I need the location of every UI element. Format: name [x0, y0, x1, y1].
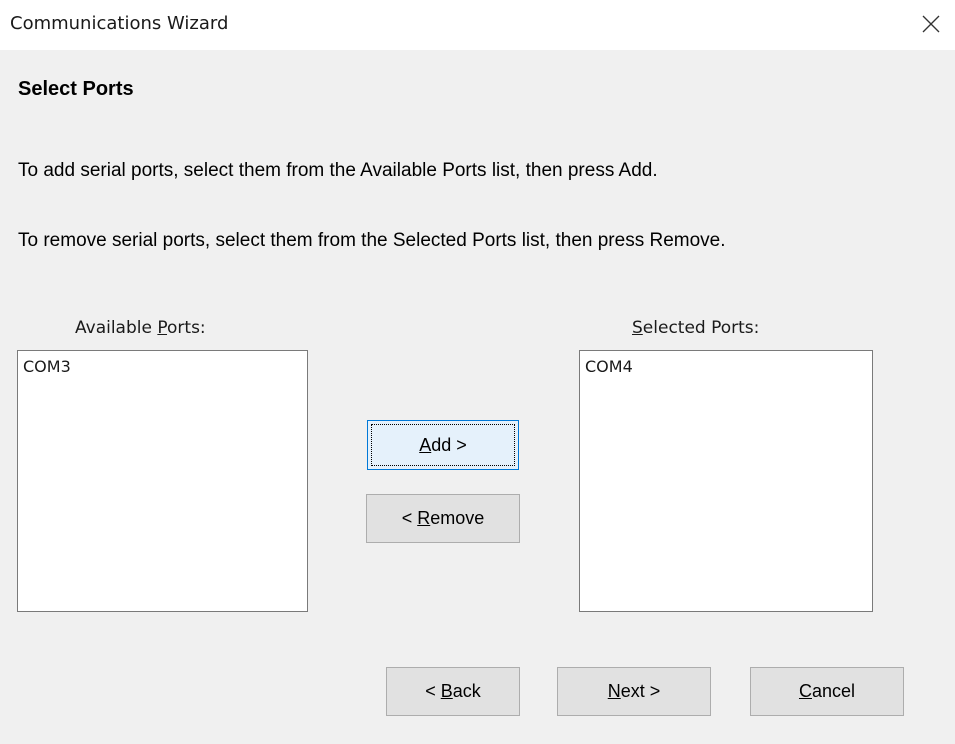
selected-ports-list[interactable]: COM4 [579, 350, 873, 612]
available-ports-list[interactable]: COM3 [17, 350, 308, 612]
window-title: Communications Wizard [10, 13, 229, 34]
list-item[interactable]: COM4 [580, 351, 872, 376]
add-button[interactable]: Add > [367, 420, 519, 470]
list-item[interactable]: COM3 [18, 351, 307, 376]
focus-ring [371, 424, 515, 466]
next-button[interactable]: Next > [557, 667, 711, 716]
page-heading: Select Ports [18, 78, 134, 100]
title-bar: Communications Wizard [0, 0, 955, 50]
remove-button[interactable]: < Remove [366, 494, 520, 543]
close-button[interactable] [907, 0, 955, 48]
close-icon [922, 15, 940, 33]
cancel-button[interactable]: Cancel [750, 667, 904, 716]
instruction-remove: To remove serial ports, select them from… [18, 230, 726, 251]
available-ports-label: Available Ports: [75, 318, 206, 338]
back-button[interactable]: < Back [386, 667, 520, 716]
selected-ports-label: Selected Ports: [632, 318, 760, 338]
instruction-add: To add serial ports, select them from th… [18, 160, 658, 181]
